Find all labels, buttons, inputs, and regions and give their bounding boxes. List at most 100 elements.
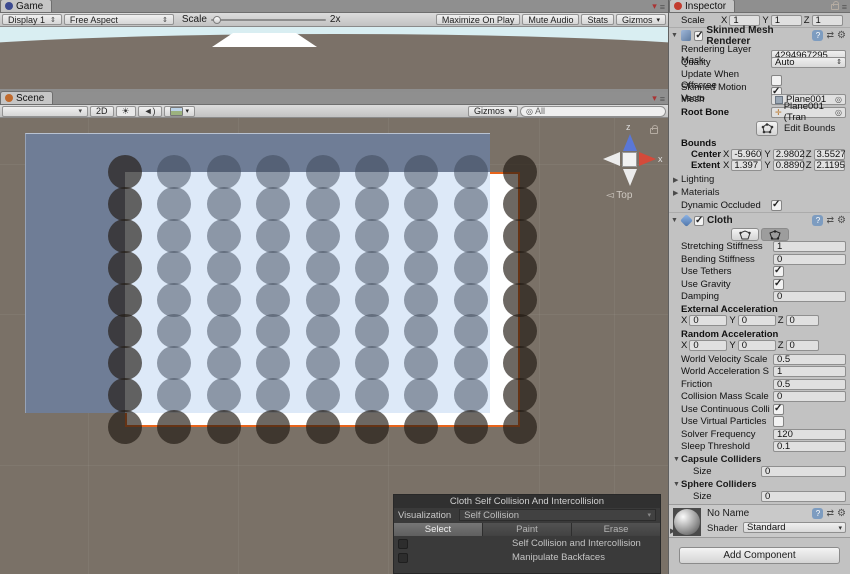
cloth-enabled-checkbox[interactable]	[694, 216, 704, 226]
center-y-field[interactable]: 2.9802	[773, 149, 804, 160]
object-picker-icon[interactable]: ◎	[835, 95, 842, 104]
scene-lighting-button[interactable]: ☀	[116, 106, 136, 117]
use-continuous-collision-checkbox[interactable]	[773, 404, 784, 415]
world-acceleration-scale-field[interactable]: 1	[773, 366, 846, 377]
extent-x-field[interactable]: 1.397	[731, 160, 762, 171]
axis-down-cone[interactable]	[623, 169, 637, 186]
rand-accel-z-field[interactable]: 0	[786, 340, 819, 351]
scale-slider-knob[interactable]	[213, 16, 221, 24]
display-dropdown[interactable]: Display 1⇕	[2, 14, 62, 25]
quality-dropdown[interactable]: Auto⇕	[771, 57, 846, 68]
ext-accel-y-field[interactable]: 0	[738, 315, 776, 326]
add-component-button[interactable]: Add Component	[679, 547, 840, 564]
edit-bounds-icon	[761, 123, 774, 134]
edit-bounds-button[interactable]	[756, 121, 778, 136]
solver-frequency-field[interactable]: 120	[773, 429, 846, 440]
cloth-header[interactable]: ▼ Cloth ? ⇄ ⚙	[669, 213, 850, 228]
center-x-field[interactable]: -5.960	[731, 149, 762, 160]
axis-left-cone[interactable]	[603, 152, 620, 166]
tab-select[interactable]: Select	[394, 523, 482, 536]
bending-stiffness-field[interactable]: 0	[773, 254, 846, 265]
dialog-title[interactable]: Cloth Self Collision And Intercollision	[394, 495, 660, 508]
scene-effects-dropdown[interactable]: ▾	[164, 106, 196, 117]
visualization-dropdown[interactable]: Self Collision ▾	[459, 509, 656, 521]
mute-audio-button[interactable]: Mute Audio	[522, 14, 579, 25]
rand-accel-x-field[interactable]: 0	[689, 340, 727, 351]
foldout-icon[interactable]: ▼	[671, 217, 679, 224]
ext-accel-x-field[interactable]: 0	[689, 315, 727, 326]
gear-icon[interactable]: ⚙	[837, 30, 846, 41]
self-collision-checkbox[interactable]	[398, 539, 408, 549]
foldout-icon[interactable]: ▶	[670, 527, 678, 535]
tab-game[interactable]: Game	[0, 0, 52, 12]
damping-field[interactable]: 0	[773, 291, 846, 302]
sphere-size-field[interactable]: 0	[761, 491, 846, 502]
edit-cloth-collision-button[interactable]	[761, 228, 789, 241]
scene-audio-button[interactable]: ◄)	[138, 106, 162, 117]
use-virtual-particles-checkbox[interactable]	[773, 416, 784, 427]
friction-field[interactable]: 0.5	[773, 379, 846, 390]
shader-dropdown[interactable]: Standard ▾	[743, 522, 846, 533]
stretching-stiffness-field[interactable]: 1	[773, 241, 846, 252]
ext-accel-z-field[interactable]: 0	[786, 315, 819, 326]
sphere-colliders-foldout[interactable]: ▼ Sphere Colliders	[669, 479, 850, 490]
edit-cloth-constraints-button[interactable]	[731, 228, 759, 241]
scene-orientation-gizmo[interactable]: z x ◅ Top	[596, 122, 664, 206]
foldout-icon[interactable]: ▼	[671, 32, 678, 39]
lighting-foldout[interactable]: ▶ Lighting	[669, 174, 850, 185]
gear-icon[interactable]: ⚙	[837, 215, 846, 226]
game-viewport[interactable]	[0, 27, 668, 89]
root-bone-object-field[interactable]: ✛ Plane001 (Tran ◎	[771, 107, 846, 118]
world-velocity-scale-field[interactable]: 0.5	[773, 354, 846, 365]
preset-icon[interactable]: ⇄	[826, 508, 834, 519]
scale-slider[interactable]	[211, 19, 326, 21]
tab-erase[interactable]: Erase	[572, 523, 660, 536]
draw-mode-dropdown[interactable]: ▾	[2, 106, 88, 117]
extent-z-field[interactable]: 2.1195	[814, 160, 845, 171]
center-z-field[interactable]: 3.5527	[814, 149, 845, 160]
use-tethers-checkbox[interactable]	[773, 266, 784, 277]
tab-scene[interactable]: Scene	[0, 91, 53, 104]
scene-pane-menu[interactable]: ▾ ≡	[652, 93, 668, 104]
cloth-vertex-dot	[157, 251, 191, 285]
dynamic-occluded-checkbox[interactable]	[771, 200, 782, 211]
toggle-2d-button[interactable]: 2D	[90, 106, 114, 117]
sleep-threshold-field[interactable]: 0.1	[773, 441, 846, 452]
capsule-size-field[interactable]: 0	[761, 466, 846, 477]
inspector-pane-menu[interactable]: ≡	[831, 2, 850, 12]
preset-icon[interactable]: ⇄	[826, 30, 834, 41]
help-icon[interactable]: ?	[812, 215, 823, 226]
object-picker-icon[interactable]: ◎	[835, 108, 842, 117]
aspect-dropdown[interactable]: Free Aspect⇕	[64, 14, 174, 25]
extent-y-field[interactable]: 0.8890	[773, 160, 804, 171]
axis-x-cone[interactable]	[639, 152, 656, 166]
scene-search-input[interactable]: ◎ All	[520, 106, 666, 117]
help-icon[interactable]: ?	[812, 508, 823, 519]
add-component-label: Add Component	[723, 550, 795, 561]
rand-accel-y-field[interactable]: 0	[738, 340, 776, 351]
view-orientation-label[interactable]: ◅ Top	[606, 190, 632, 201]
axis-z-cone[interactable]	[623, 134, 637, 151]
gear-icon[interactable]: ⚙	[837, 508, 846, 519]
collision-mass-scale-field[interactable]: 0	[773, 391, 846, 402]
scene-gizmos-dropdown[interactable]: Gizmos▾	[468, 106, 518, 117]
lock-icon[interactable]	[831, 4, 839, 10]
chevron-down-icon: ▾	[78, 107, 82, 115]
manipulate-backfaces-checkbox[interactable]	[398, 553, 408, 563]
maximize-on-play-button[interactable]: Maximize On Play	[436, 14, 521, 25]
materials-foldout[interactable]: ▶ Materials	[669, 187, 850, 198]
capsule-colliders-foldout[interactable]: ▼ Capsule Colliders	[669, 454, 850, 465]
lock-icon[interactable]	[650, 128, 658, 134]
use-gravity-checkbox[interactable]	[773, 279, 784, 290]
preset-icon[interactable]: ⇄	[826, 215, 834, 226]
game-gizmos-dropdown[interactable]: Gizmos▾	[616, 14, 666, 25]
skinned-mesh-renderer-header[interactable]: ▼ Skinned Mesh Renderer ? ⇄ ⚙	[669, 28, 850, 43]
tab-paint[interactable]: Paint	[483, 523, 571, 536]
game-pane-menu[interactable]: ▾ ≡	[652, 1, 668, 12]
gizmo-center-cube[interactable]	[622, 152, 637, 167]
stats-button[interactable]: Stats	[581, 14, 614, 25]
tab-inspector[interactable]: Inspector	[669, 0, 735, 12]
help-icon[interactable]: ?	[812, 30, 823, 41]
scale-z-field[interactable]: 1	[812, 15, 843, 26]
smr-enabled-checkbox[interactable]	[694, 31, 703, 41]
